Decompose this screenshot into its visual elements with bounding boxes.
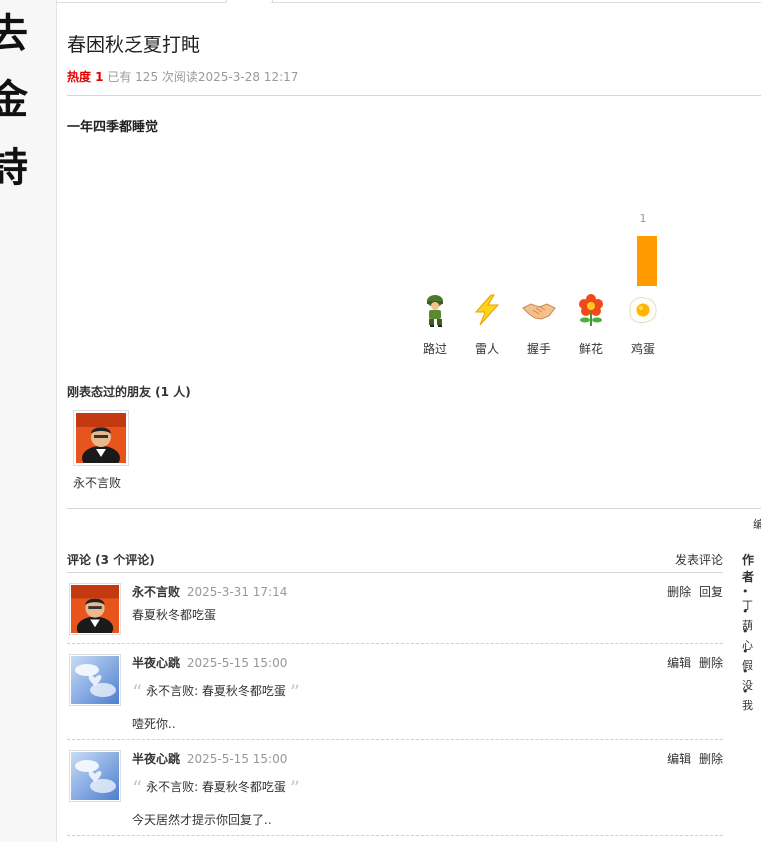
comment-actions: 编辑 删除 [663, 654, 723, 671]
comment-item: 半夜心跳 2025-5-15 15:00 编辑 删除 “ 永不言败: 春夏秋冬都… [67, 644, 723, 740]
comment-time: 2025-5-15 15:00 [186, 752, 288, 766]
author-section-title: 作者 [742, 553, 755, 584]
reaction-label: 路过 [422, 342, 447, 356]
reaction-bar [637, 236, 657, 286]
comment-time: 2025-5-15 15:00 [186, 656, 288, 670]
comment-author[interactable]: 半夜心跳 [132, 656, 180, 670]
reaction-flower[interactable]: 鲜花 [565, 206, 617, 366]
side-list-item[interactable]: • 丁 [742, 585, 761, 612]
comment-head: 半夜心跳 2025-5-15 15:00 [132, 654, 287, 671]
comments-title: 评论 (3 个评论) [67, 553, 155, 567]
comment-quote: “ 永不言败: 春夏秋冬都吃蛋 ” [132, 680, 300, 704]
active-tab[interactable] [226, 0, 273, 3]
post-title: 春困秋乏夏打盹 [67, 34, 201, 56]
avatar[interactable] [69, 583, 121, 640]
comment-quote: “ 永不言败: 春夏秋冬都吃蛋 ” [132, 776, 300, 800]
edit-link-partial[interactable]: 编 [753, 516, 761, 532]
post-comment-link[interactable]: 发表评论 [675, 551, 723, 568]
avatar[interactable] [69, 654, 121, 706]
lightning-icon[interactable] [469, 292, 505, 328]
reaction-handshake[interactable]: 握手 [513, 206, 565, 366]
reaction-count: 1 [639, 212, 647, 225]
open-quote-icon: “ [132, 776, 143, 800]
handshake-icon[interactable] [521, 292, 557, 328]
hot-label: 热度 1 [67, 70, 104, 84]
left-decoration-strip: 去 金 詩 [0, 0, 57, 842]
author-side-list: • 丁 • 葫 • 心 • 假 • 没 • 我 [742, 585, 761, 712]
top-tab-strip [56, 0, 761, 3]
egg-icon[interactable] [625, 292, 661, 328]
reaction-label: 鸡蛋 [630, 342, 655, 356]
reaction-egg[interactable]: 1 鸡蛋 [617, 206, 669, 366]
title-divider [67, 95, 761, 96]
comment-time: 2025-3-31 17:14 [186, 585, 288, 599]
calligraphy-char: 詩 [0, 148, 28, 188]
reaction-panel: 路过 雷人 握手 鲜花 1 鸡蛋 [409, 206, 669, 366]
reaction-label: 雷人 [474, 342, 499, 356]
section-divider [67, 508, 761, 509]
close-quote-icon: ” [289, 680, 300, 704]
reaction-pass[interactable]: 路过 [409, 206, 461, 366]
reaction-thunder[interactable]: 雷人 [461, 206, 513, 366]
comment-text: 噎死你.. [132, 717, 176, 731]
soldier-icon[interactable] [417, 292, 453, 328]
delete-link[interactable]: 删除 [699, 656, 723, 670]
flower-icon[interactable] [573, 292, 609, 328]
friend-item[interactable]: 永不言败 [73, 410, 133, 491]
comment-text: 今天居然才提示你回复了.. [132, 813, 272, 827]
avatar[interactable] [69, 750, 121, 802]
comment-item: 半夜心跳 2025-5-15 15:00 编辑 删除 “ 永不言败: 春夏秋冬都… [67, 740, 723, 836]
calligraphy-char: 金 [0, 80, 28, 120]
close-quote-icon: ” [289, 776, 300, 800]
delete-link[interactable]: 删除 [699, 752, 723, 766]
comment-head: 永不言败 2025-3-31 17:14 [132, 583, 287, 600]
comment-head: 半夜心跳 2025-5-15 15:00 [132, 750, 287, 767]
comment-item: 永不言败 2025-3-31 17:14 删除 回复 春夏秋冬都吃蛋 [67, 573, 723, 644]
comment-actions: 删除 回复 [663, 583, 723, 600]
calligraphy-char: 去 [0, 14, 28, 54]
read-info: 已有 125 次阅读2025-3-28 12:17 [107, 70, 299, 84]
open-quote-icon: “ [132, 680, 143, 704]
edit-link[interactable]: 编辑 [667, 656, 691, 670]
quote-text: 永不言败: 春夏秋冬都吃蛋 [146, 780, 286, 794]
comment-text: 春夏秋冬都吃蛋 [132, 608, 217, 622]
edit-link[interactable]: 编辑 [667, 752, 691, 766]
comments-header: 评论 (3 个评论) 发表评论 [67, 551, 723, 568]
reply-link[interactable]: 回复 [699, 585, 723, 599]
friend-name[interactable]: 永不言败 [73, 474, 133, 491]
quote-text: 永不言败: 春夏秋冬都吃蛋 [146, 684, 286, 698]
post-meta: 热度 1 已有 125 次阅读2025-3-28 12:17 [67, 68, 298, 85]
reaction-label: 握手 [526, 342, 551, 356]
comment-author[interactable]: 永不言败 [132, 585, 180, 599]
friends-title: 刚表态过的朋友 (1 人) [67, 385, 191, 399]
comment-author[interactable]: 半夜心跳 [132, 752, 180, 766]
reaction-label: 鲜花 [578, 342, 603, 356]
post-content: 一年四季都睡觉 [67, 120, 159, 135]
comment-actions: 编辑 删除 [663, 750, 723, 767]
delete-link[interactable]: 删除 [667, 585, 691, 599]
avatar[interactable] [73, 410, 129, 470]
